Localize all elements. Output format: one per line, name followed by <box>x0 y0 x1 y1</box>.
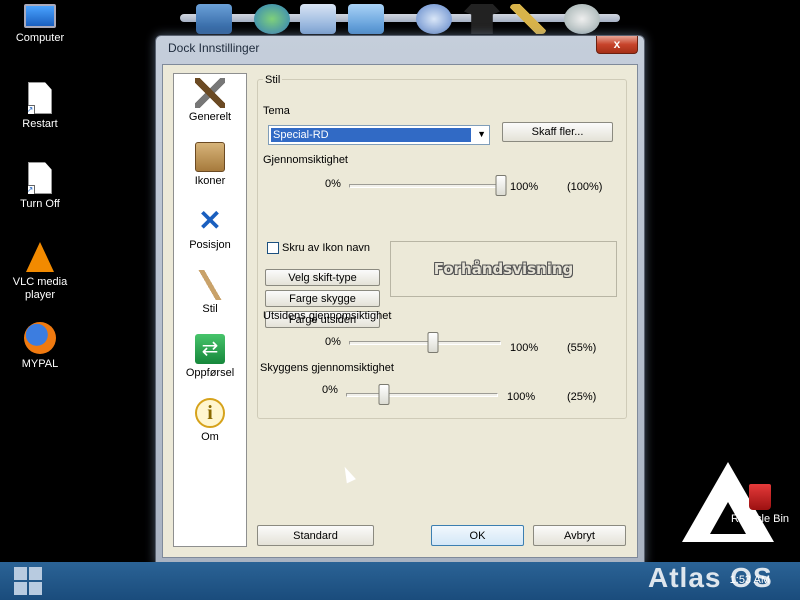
slider-thumb[interactable] <box>427 332 439 353</box>
slider-track <box>349 341 501 345</box>
desktop-icon-vlc[interactable]: VLC media player <box>0 242 80 302</box>
slider-thumb[interactable] <box>495 175 507 196</box>
desktop-icon-label: Turn Off <box>20 198 60 210</box>
shadow-transparency-label: Skyggens gjennomsiktighet <box>260 362 394 374</box>
shadow-color-button[interactable]: Farge skygge <box>265 290 380 307</box>
sidebar-item-label: Om <box>201 431 219 443</box>
slider-track <box>349 184 501 188</box>
sidebar-item-label: Posisjon <box>189 239 231 251</box>
desktop-icon-restart[interactable]: ↗ Restart <box>0 82 80 131</box>
start-button[interactable] <box>14 567 44 595</box>
sidebar-item-om[interactable]: i Om <box>174 398 246 443</box>
mypal-browser-icon <box>24 322 56 354</box>
group-title: Stil <box>263 74 283 86</box>
app-icon[interactable] <box>254 4 290 34</box>
disable-icon-names-label[interactable]: Skru av Ikon navn <box>282 242 370 254</box>
outline-transparency-slider[interactable] <box>349 332 501 354</box>
sidebar-item-generelt[interactable]: Generelt <box>174 78 246 123</box>
outline-transparency-value: (55%) <box>567 342 597 354</box>
desktop-icon-label: MYPAL <box>21 358 59 370</box>
close-button[interactable]: x <box>596 36 638 54</box>
desktop-icon-label: Recycle Bin <box>730 513 790 525</box>
settings-icon[interactable] <box>564 4 600 34</box>
ok-button[interactable]: OK <box>431 525 524 546</box>
recycle-bin-icon <box>749 484 771 510</box>
transparency-max-label: 100% <box>510 181 539 193</box>
theme-select[interactable]: Special-RD ▼ <box>268 125 490 145</box>
desktop-icon[interactable] <box>196 4 232 34</box>
transparency-label: Gjennomsiktighet <box>263 154 348 166</box>
shadow-transparency-max-label: 100% <box>507 391 536 403</box>
dock-bar <box>180 0 620 36</box>
sidebar-item-label: Oppførsel <box>185 367 235 379</box>
sidebar-item-oppforsel[interactable]: ⇄ Oppførsel <box>174 334 246 379</box>
desktop-icon-recycle-bin[interactable]: Recycle Bin <box>728 484 792 525</box>
choose-font-button[interactable]: Velg skift-type <box>265 269 380 286</box>
dock-shelf <box>180 14 620 22</box>
dialog-client-area: Generelt Ikoner ✕ Posisjon Stil ⇄ Oppfør… <box>162 64 638 558</box>
preview-panel: Forhåndsvisning <box>390 241 617 297</box>
title-bar[interactable]: Dock Innstillinger x <box>156 36 644 60</box>
transparency-value: (100%) <box>567 181 603 193</box>
theme-select-value: Special-RD <box>271 128 471 142</box>
get-more-themes-button[interactable]: Skaff fler... <box>502 122 613 142</box>
info-icon: i <box>195 398 225 428</box>
behavior-icon: ⇄ <box>195 334 225 364</box>
shadow-transparency-min-label: 0% <box>322 384 338 396</box>
standard-button[interactable]: Standard <box>257 525 374 546</box>
icons-box-icon <box>195 142 225 172</box>
restart-shortcut-icon: ↗ <box>28 82 52 114</box>
dock-settings-dialog: Dock Innstillinger x Generelt Ikoner ✕ P… <box>155 35 645 565</box>
windows-logo-pane <box>14 582 27 595</box>
outline-transparency-label: Utsidens gjennomsiktighet <box>263 310 392 322</box>
chevron-down-icon[interactable]: ▼ <box>477 129 486 139</box>
desktop-icon-turn-off[interactable]: ↗ Turn Off <box>0 162 80 211</box>
window-title: Dock Innstillinger <box>168 41 260 55</box>
windows-logo-icon <box>14 567 27 580</box>
outline-transparency-max-label: 100% <box>510 342 539 354</box>
shadow-transparency-slider[interactable] <box>346 384 498 406</box>
cancel-button[interactable]: Avbryt <box>533 525 626 546</box>
transparency-slider[interactable] <box>349 175 507 197</box>
atlas-brand-text: Atlas OS <box>648 562 773 593</box>
sidebar-item-label: Generelt <box>188 111 232 123</box>
close-icon: x <box>613 37 621 51</box>
slider-track <box>346 393 498 397</box>
vlc-icon <box>26 242 54 272</box>
sidebar-item-ikoner[interactable]: Ikoner <box>174 142 246 187</box>
desktop-icon-computer[interactable]: Computer <box>0 4 80 45</box>
documents-icon[interactable] <box>300 4 336 34</box>
sidebar-item-label: Stil <box>202 303 218 315</box>
turn-off-shortcut-icon: ↗ <box>28 162 52 194</box>
shadow-transparency-value: (25%) <box>567 391 597 403</box>
desktop-icon-label: Computer <box>15 32 65 44</box>
tools-icon[interactable] <box>510 4 546 34</box>
desktop-icon-mypal[interactable]: MYPAL <box>0 322 80 371</box>
photos-icon[interactable] <box>348 4 384 34</box>
theme-label: Tema <box>263 105 290 117</box>
globe-icon[interactable] <box>416 4 452 34</box>
outline-transparency-min-label: 0% <box>325 336 341 348</box>
disable-icon-names-checkbox[interactable] <box>267 242 279 254</box>
windows-logo-pane <box>29 582 42 595</box>
desktop-icon-label: Restart <box>22 118 58 130</box>
sidebar-item-stil[interactable]: Stil <box>174 270 246 315</box>
transparency-min-label: 0% <box>325 178 341 190</box>
desktop-icon-label: VLC media player <box>12 276 68 301</box>
windows-logo-pane <box>29 567 42 580</box>
position-arrows-icon: ✕ <box>198 205 222 236</box>
sidebar-item-posisjon[interactable]: ✕ Posisjon <box>174 205 246 252</box>
slider-thumb[interactable] <box>378 384 390 405</box>
sidebar-item-label: Ikoner <box>194 175 226 187</box>
settings-category-list: Generelt Ikoner ✕ Posisjon Stil ⇄ Oppfør… <box>173 73 247 547</box>
preview-text: Forhåndsvisning <box>433 260 574 278</box>
computer-icon <box>24 4 56 28</box>
hammer-icon <box>195 78 225 108</box>
brush-icon <box>195 270 225 300</box>
